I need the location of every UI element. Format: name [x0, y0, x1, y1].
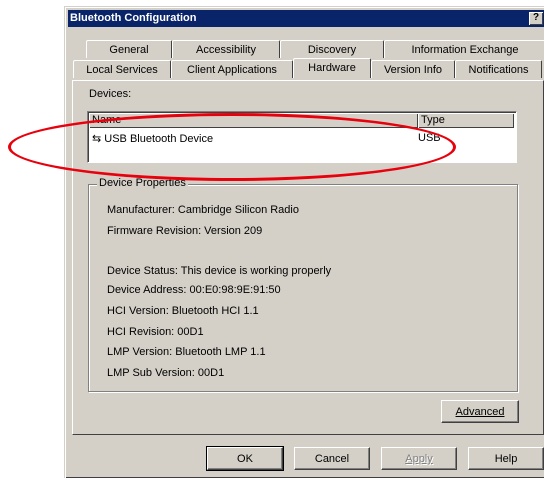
lmp-sub-version-text: LMP Sub Version: 00D1 — [107, 367, 225, 379]
help-icon: ? — [532, 12, 540, 23]
title-bar[interactable]: Bluetooth Configuration ? ✕ — [68, 10, 544, 27]
advanced-button[interactable]: Advanced — [441, 400, 519, 423]
list-item[interactable]: ⇆ USB Bluetooth Device — [92, 132, 213, 145]
hci-revision-text: HCI Revision: 00D1 — [107, 326, 204, 338]
tab-information-exchange[interactable]: Information Exchange — [384, 40, 544, 58]
manufacturer-text: Manufacturer: Cambridge Silicon Radio — [107, 204, 299, 216]
column-header-type[interactable]: Type — [418, 113, 514, 128]
device-name: USB Bluetooth Device — [104, 133, 214, 145]
firmware-text: Firmware Revision: Version 209 — [107, 225, 263, 237]
window-title: Bluetooth Configuration — [70, 12, 197, 24]
tab-discovery[interactable]: Discovery — [280, 40, 384, 58]
cancel-button[interactable]: Cancel — [294, 447, 370, 470]
hci-version-text: HCI Version: Bluetooth HCI 1.1 — [107, 305, 259, 317]
tab-accessibility[interactable]: Accessibility — [172, 40, 280, 58]
usb-icon: ⇆ — [92, 132, 102, 145]
devices-label: Devices: — [89, 88, 132, 100]
device-properties-title: Device Properties — [97, 177, 188, 189]
device-type: USB — [418, 132, 441, 144]
help-button[interactable]: ? — [529, 12, 543, 25]
tab-general[interactable]: General — [86, 40, 172, 58]
device-status-text: Device Status: This device is working pr… — [107, 265, 332, 277]
devices-list[interactable]: Name Type ⇆ USB Bluetooth Device USB — [87, 111, 517, 163]
tab-client-applications[interactable]: Client Applications — [171, 60, 293, 78]
apply-button[interactable]: Apply — [381, 447, 457, 470]
tab-version-info[interactable]: Version Info — [371, 60, 455, 78]
tab-local-services[interactable]: Local Services — [73, 60, 171, 78]
tab-notifications[interactable]: Notifications — [455, 60, 542, 78]
column-header-name[interactable]: Name — [89, 113, 418, 128]
tab-hardware[interactable]: Hardware — [293, 58, 371, 78]
ok-button[interactable]: OK — [206, 446, 284, 471]
device-address-text: Device Address: 00:E0:98:9E:91:50 — [107, 284, 281, 296]
lmp-version-text: LMP Version: Bluetooth LMP 1.1 — [107, 346, 266, 358]
help-dialog-button[interactable]: Help — [468, 447, 544, 470]
